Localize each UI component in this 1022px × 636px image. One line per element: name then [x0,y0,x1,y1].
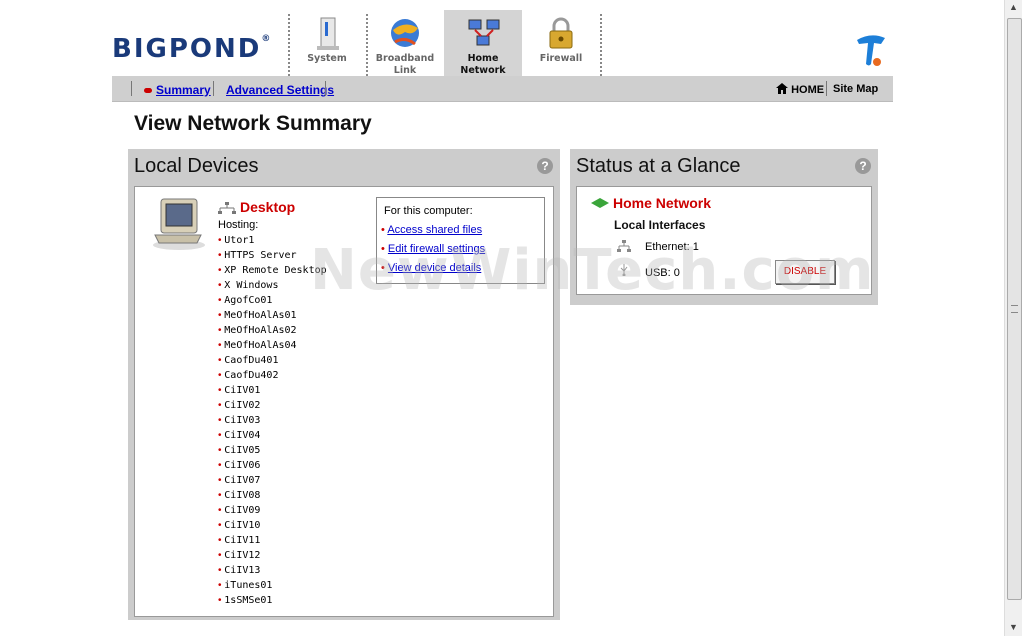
list-item: iTunes01 [218,578,327,593]
list-item: MeOfHoAlAs01 [218,308,327,323]
device-name-label: Desktop [240,199,296,215]
status-title: Status at a Glance [576,155,741,177]
usb-icon [620,264,628,276]
tab-broadband-link[interactable]: Broadband Link [366,10,444,76]
action-item: View device details [381,262,481,274]
list-item: CiIV06 [218,458,327,473]
list-item: CaofDu401 [218,353,327,368]
list-item: CiIV13 [218,563,327,578]
menu-divider [826,81,827,96]
view-device-details-link[interactable]: View device details [388,262,481,274]
scroll-down-arrow-icon[interactable]: ▼ [1009,622,1018,632]
tab-system[interactable]: System [288,10,366,76]
access-shared-files-link[interactable]: Access shared files [387,224,482,236]
list-item: HTTPS Server [218,248,327,263]
list-item: CaofDu402 [218,368,327,383]
home-network-heading[interactable]: Home Network [613,195,711,211]
tab-firewall[interactable]: Firewall [522,10,600,76]
tab-label: Home [467,53,499,64]
list-item: CiIV07 [218,473,327,488]
scroll-up-arrow-icon[interactable]: ▲ [1009,2,1018,12]
scrollbar-grip-icon [1011,305,1018,313]
status-at-a-glance-panel: Status at a Glance ? Home Network Local … [570,149,878,305]
header: BIGPOND® System Broadband Link Home Netw… [112,10,893,76]
list-item: AgofCo01 [218,293,327,308]
tab-label: Link [393,65,417,76]
local-interfaces-heading: Local Interfaces [614,218,706,232]
system-icon [317,17,339,50]
menu-divider [213,81,214,96]
list-item: CiIV08 [218,488,327,503]
tab-label: System [307,53,347,64]
list-item: CiIV03 [218,413,327,428]
list-item: 1sSMSe01 [218,593,327,608]
status-content: Home Network Local Interfaces Ethernet: … [576,186,872,295]
list-item: CiIV09 [218,503,327,518]
vertical-scrollbar[interactable]: ▲ ▼ [1004,0,1022,636]
menu-divider [131,81,132,96]
summary-link[interactable]: Summary [156,83,211,97]
list-item: XP Remote Desktop [218,263,326,278]
scrollbar-thumb[interactable] [1007,18,1022,600]
action-item: Access shared files [381,224,482,236]
hosting-list: Utor1 HTTPS Server XP Remote Desktop X W… [218,233,327,608]
bigpond-logo[interactable]: BIGPOND® [112,34,270,64]
page-title: View Network Summary [134,112,372,135]
globe-icon [391,19,419,47]
edit-firewall-settings-link[interactable]: Edit firewall settings [388,243,485,255]
network-icon [218,202,236,215]
current-page-marker-icon [144,88,152,94]
home-link[interactable]: HOME [776,83,824,96]
list-item: MeOfHoAlAs02 [218,323,327,338]
local-devices-title: Local Devices [134,155,259,177]
hosting-label: Hosting: [218,219,259,231]
computer-actions-box: For this computer: Access shared files E… [376,197,545,284]
ethernet-icon [617,240,631,252]
menu-advanced-settings[interactable]: Advanced Settings [226,83,334,97]
home-network-icon [468,19,500,46]
local-devices-panel: Local Devices ? Desktop Hosting: Utor1 H… [128,149,560,620]
list-item: CiIV04 [218,428,327,443]
list-item: CiIV01 [218,383,327,398]
list-item: CiIV10 [218,518,327,533]
tab-label: Firewall [539,53,583,64]
site-map-label: Site Map [833,83,879,95]
site-map-link[interactable]: Site Map [833,83,878,95]
list-item: CiIV05 [218,443,327,458]
house-icon [776,83,788,94]
menu-bar: Summary Advanced Settings HOME Site Map [112,76,893,102]
usb-status: USB: 0 [645,267,680,279]
advanced-settings-link[interactable]: Advanced Settings [226,83,334,97]
list-item: CiIV11 [218,533,327,548]
computer-actions-header: For this computer: [384,205,473,217]
list-item: CiIV12 [218,548,327,563]
tab-label: Broadband [375,53,435,64]
green-diamond-icon [591,198,609,208]
tab-home-network[interactable]: Home Network [444,10,522,76]
list-item: Utor1 [218,233,327,248]
action-item: Edit firewall settings [381,243,485,255]
help-icon[interactable]: ? [537,158,553,174]
ethernet-status: Ethernet: 1 [645,241,699,253]
list-item: MeOfHoAlAs04 [218,338,327,353]
help-icon[interactable]: ? [855,158,871,174]
desktop-computer-icon [153,198,205,250]
telstra-logo-icon[interactable] [855,32,887,68]
tab-separator [600,14,602,76]
tab-label: Network [460,65,506,76]
home-label: HOME [791,84,825,96]
menu-summary[interactable]: Summary [144,83,211,97]
list-item: CiIV02 [218,398,327,413]
local-devices-content: Desktop Hosting: Utor1 HTTPS Server XP R… [134,186,554,617]
device-name[interactable]: Desktop [218,199,295,215]
menu-divider [325,81,326,96]
disable-button[interactable]: DISABLE [775,260,835,284]
list-item: X Windows [218,278,327,293]
lock-icon [549,17,573,49]
